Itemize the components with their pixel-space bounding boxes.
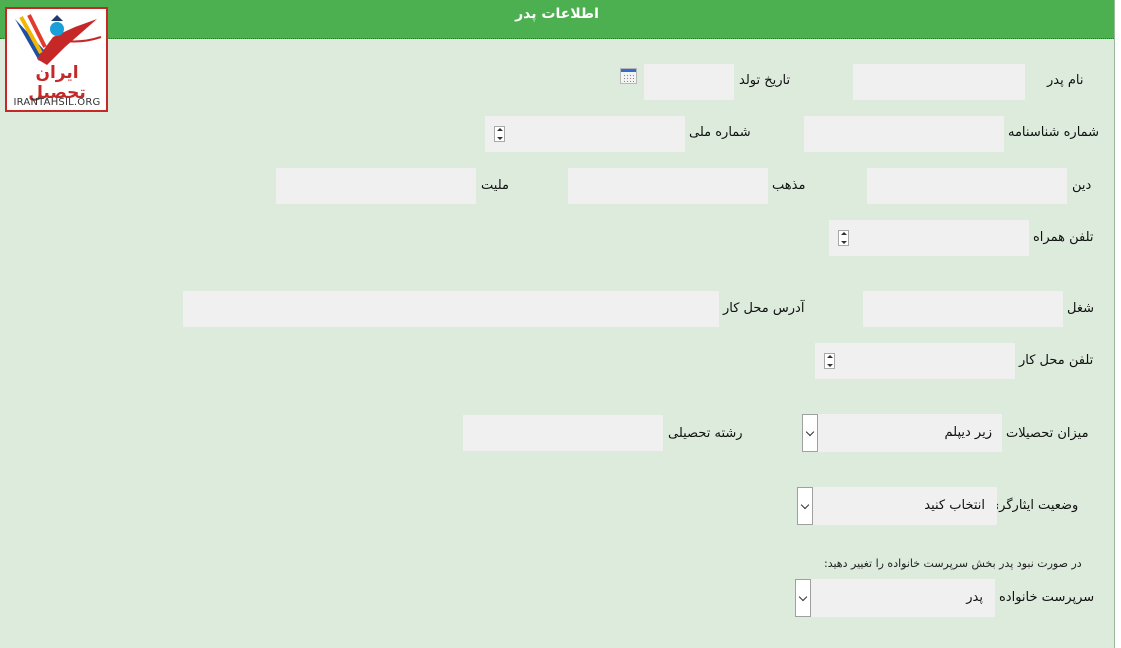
work-phone-input[interactable]	[815, 343, 1015, 379]
id-number-label: شماره شناسنامه	[1008, 125, 1100, 140]
religion-input[interactable]	[867, 168, 1067, 204]
chevron-down-icon[interactable]	[795, 579, 811, 617]
birth-date-label: تاریخ تولد	[739, 73, 791, 88]
calendar-icon[interactable]	[620, 68, 637, 84]
nationality-label: ملیت	[481, 178, 509, 193]
chevron-down-icon[interactable]	[802, 414, 818, 452]
guardian-note: در صورت نبود پدر بخش سرپرست خانواده را ت…	[824, 557, 1082, 570]
education-level-label: میزان تحصیلات	[1006, 426, 1089, 441]
national-id-input[interactable]	[485, 116, 685, 152]
job-label: شغل	[1067, 301, 1095, 316]
father-name-input[interactable]	[853, 64, 1025, 100]
veteran-status-label: وضعیت ایثارگری	[989, 498, 1079, 513]
father-info-panel: اطلاعات پدر ایران تحصیل IRANTAHSIL.ORG ن…	[0, 0, 1115, 648]
work-phone-spinner-icon[interactable]	[824, 353, 835, 369]
birth-date-input[interactable]	[644, 64, 734, 100]
irantahsil-logo: ایران تحصیل IRANTAHSIL.ORG	[5, 7, 108, 112]
education-level-select[interactable]: زیر دیپلم	[802, 414, 1002, 452]
field-of-study-input[interactable]	[463, 415, 663, 451]
chevron-down-icon[interactable]	[797, 487, 813, 525]
guardian-label: سرپرست خانواده	[999, 590, 1095, 605]
religion-label: دین	[1072, 178, 1092, 193]
work-address-label: آدرس محل کار	[723, 301, 805, 316]
work-phone-label: تلفن محل کار	[1019, 353, 1094, 368]
veteran-status-value: انتخاب کنید	[924, 498, 985, 513]
guardian-select[interactable]: پدر	[795, 579, 995, 617]
field-of-study-label: رشته تحصیلی	[668, 426, 743, 441]
national-id-spinner-icon[interactable]	[494, 126, 505, 142]
nationality-input[interactable]	[276, 168, 476, 204]
work-address-input[interactable]	[183, 291, 719, 327]
id-number-input[interactable]	[804, 116, 1004, 152]
mobile-spinner-icon[interactable]	[838, 230, 849, 246]
father-name-label: نام پدر	[1047, 73, 1084, 88]
guardian-value: پدر	[966, 590, 983, 605]
panel-title: اطلاعات پدر	[515, 6, 599, 22]
panel-header: اطلاعات پدر	[0, 0, 1114, 39]
national-id-label: شماره ملی	[689, 125, 751, 140]
education-level-value: زیر دیپلم	[944, 425, 993, 440]
veteran-status-select[interactable]: انتخاب کنید	[797, 487, 997, 525]
sect-label: مذهب	[772, 178, 806, 193]
mobile-label: تلفن همراه	[1033, 230, 1094, 245]
job-input[interactable]	[863, 291, 1063, 327]
mobile-input[interactable]	[829, 220, 1029, 256]
sect-input[interactable]	[568, 168, 768, 204]
logo-text-en: IRANTAHSIL.ORG	[13, 97, 101, 108]
